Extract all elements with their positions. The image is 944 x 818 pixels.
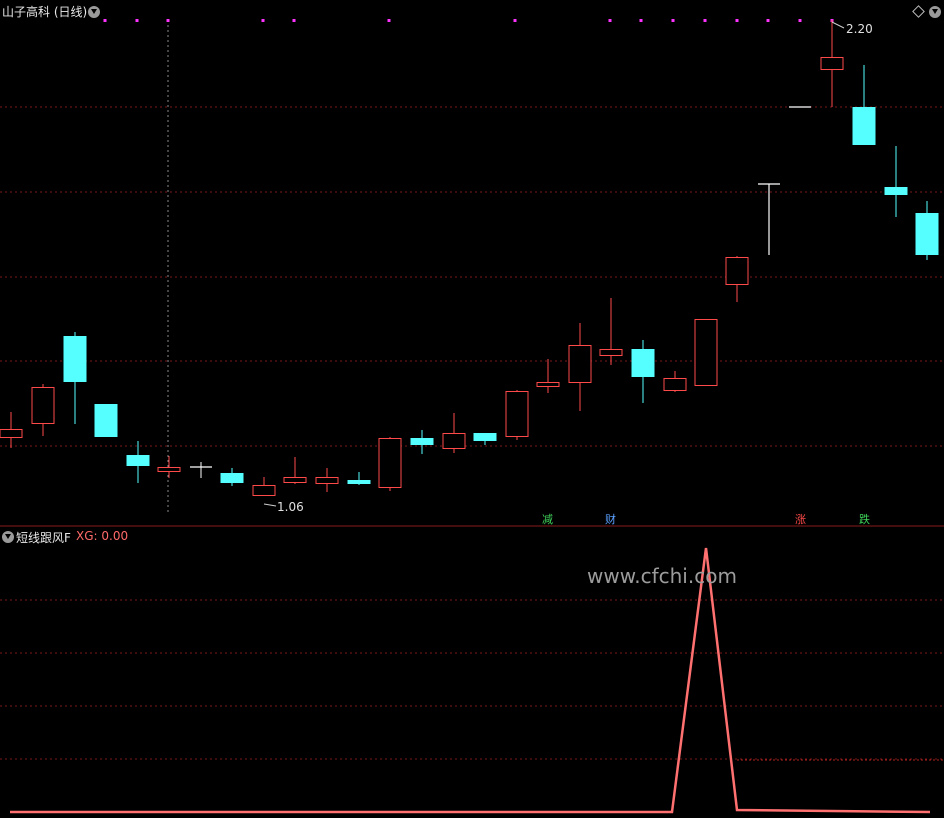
signal-dot (639, 19, 643, 22)
candle-body-down (220, 473, 244, 483)
candle-body-up (725, 257, 749, 285)
candle-body-up (157, 467, 181, 472)
candle-body-up (31, 387, 55, 424)
xg-value: XG: 0.00 (76, 529, 129, 543)
signal-dot (735, 19, 739, 22)
signal-dot (608, 19, 612, 22)
candle-body-up (536, 382, 560, 387)
candle-body-up (694, 319, 718, 386)
signal-dot (766, 19, 770, 22)
candle-body-up (283, 477, 307, 483)
candle-body-up (378, 438, 402, 488)
signal-dot (261, 19, 265, 22)
candle-body-up (663, 378, 687, 391)
signal-tag-rise: 涨 (795, 513, 806, 526)
indicator-title: 短线跟风F (16, 531, 71, 545)
candle-body-up (252, 485, 276, 496)
signal-tag-reduce: 减 (542, 513, 553, 526)
candle-body-up (315, 477, 339, 484)
watermark: www.cfchi.com (587, 564, 737, 588)
candle-body-up (599, 349, 623, 356)
candle-body-down (884, 187, 908, 195)
signal-dot (671, 19, 675, 22)
signal-tag-wealth: 财 (605, 513, 616, 526)
signal-dot (292, 19, 296, 22)
low-label: 1.06 (277, 500, 304, 514)
candle-body-down (473, 433, 497, 441)
candlestick-chart[interactable]: 2.20 1.06 (0, 0, 944, 818)
high-label: 2.20 (846, 22, 873, 36)
candle-body-up (568, 345, 592, 383)
candle-body-up (820, 57, 844, 70)
signal-dot (513, 19, 517, 22)
candle-body-down (410, 438, 434, 445)
subpanel-menu-icon[interactable] (2, 531, 14, 543)
candle-body-up (0, 429, 23, 438)
signal-dot (703, 19, 707, 22)
candle-body-down (347, 480, 371, 484)
candle-body-down (126, 455, 150, 466)
candle-body-down (94, 404, 118, 437)
candle-body-down (852, 107, 876, 145)
candle-body-down (915, 213, 939, 255)
candle-body-up (442, 433, 466, 449)
high-pointer (831, 21, 845, 29)
candle-body-down (631, 349, 655, 377)
indicator-line (10, 547, 931, 814)
low-pointer (263, 503, 277, 507)
signal-dot (387, 19, 391, 22)
signal-dot (103, 19, 107, 22)
candle-body-up (505, 391, 529, 437)
signal-dot (135, 19, 139, 22)
signal-dot (798, 19, 802, 22)
signal-tag-fall: 跌 (859, 513, 870, 526)
candle-body-down (63, 336, 87, 382)
signal-dot (166, 19, 170, 22)
